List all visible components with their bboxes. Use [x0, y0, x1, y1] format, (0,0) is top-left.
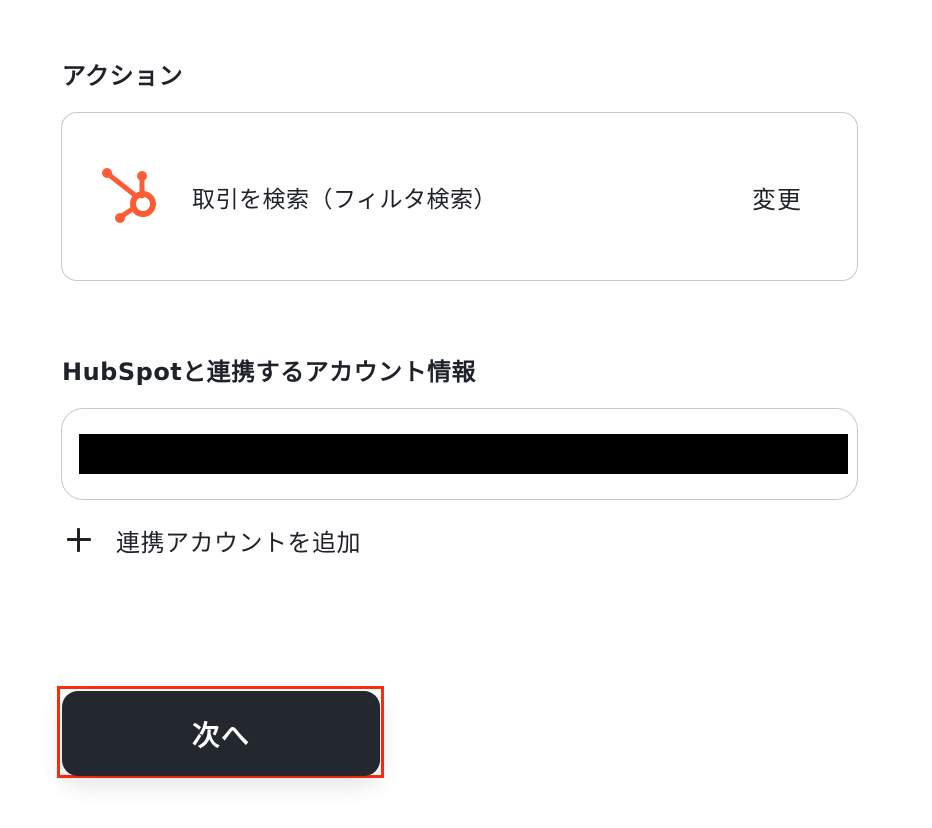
- add-account-button[interactable]: 連携アカウントを追加: [64, 522, 361, 558]
- action-section-label: アクション: [62, 62, 184, 90]
- account-section-label: HubSpotと連携するアカウント情報: [62, 358, 477, 386]
- hubspot-icon: [102, 168, 156, 223]
- page: アクション 取引を検索（フィルタ検索） 変更 HubSpotと連携するアカウント…: [0, 0, 932, 828]
- plus-icon: [64, 525, 94, 555]
- next-button[interactable]: 次へ: [62, 691, 380, 776]
- add-account-label: 連携アカウントを追加: [116, 528, 361, 557]
- action-name: 取引を検索（フィルタ検索）: [192, 187, 498, 213]
- redacted-account-value: [79, 434, 848, 474]
- change-action-button[interactable]: 変更: [752, 180, 802, 215]
